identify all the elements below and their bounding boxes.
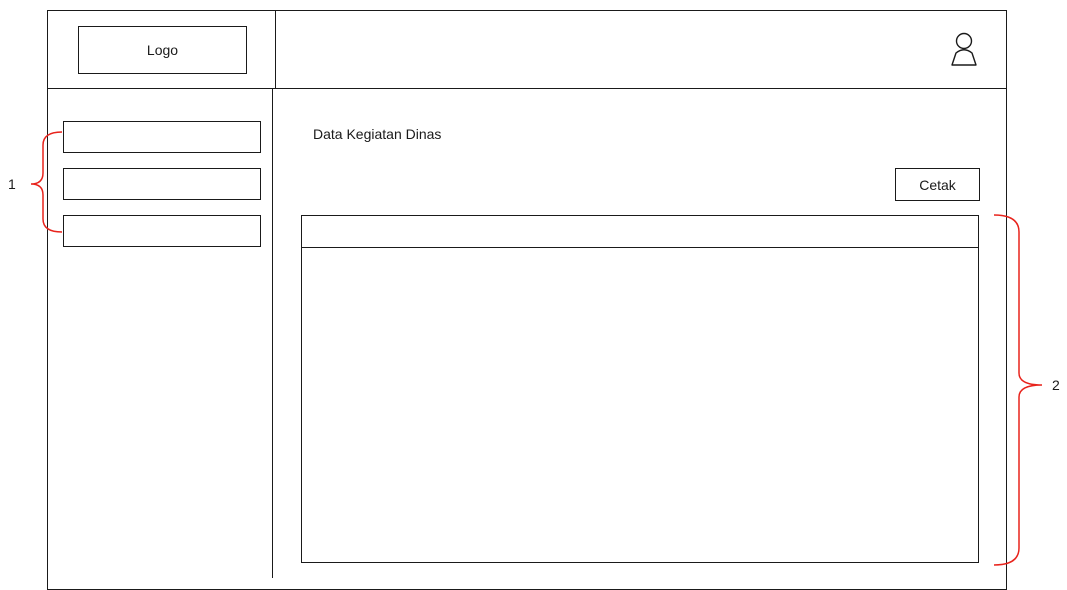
table-marker-label: 2 [1052, 377, 1060, 393]
table-header [302, 216, 978, 248]
sidebar-item-3[interactable] [63, 215, 261, 247]
user-icon[interactable] [948, 31, 980, 67]
header-divider [47, 88, 1007, 89]
page-title: Data Kegiatan Dinas [313, 126, 442, 142]
logo-label: Logo [146, 42, 179, 58]
data-table [301, 215, 979, 563]
sidebar-item-1[interactable] [63, 121, 261, 153]
sidebar-item-2[interactable] [63, 168, 261, 200]
logo[interactable]: Logo [78, 26, 247, 74]
sidebar-divider [272, 88, 273, 578]
header-logo-divider [275, 10, 276, 89]
print-button-label: Cetak [919, 176, 956, 193]
sidebar-marker-label: 1 [8, 176, 16, 192]
print-button[interactable]: Cetak [895, 168, 980, 201]
